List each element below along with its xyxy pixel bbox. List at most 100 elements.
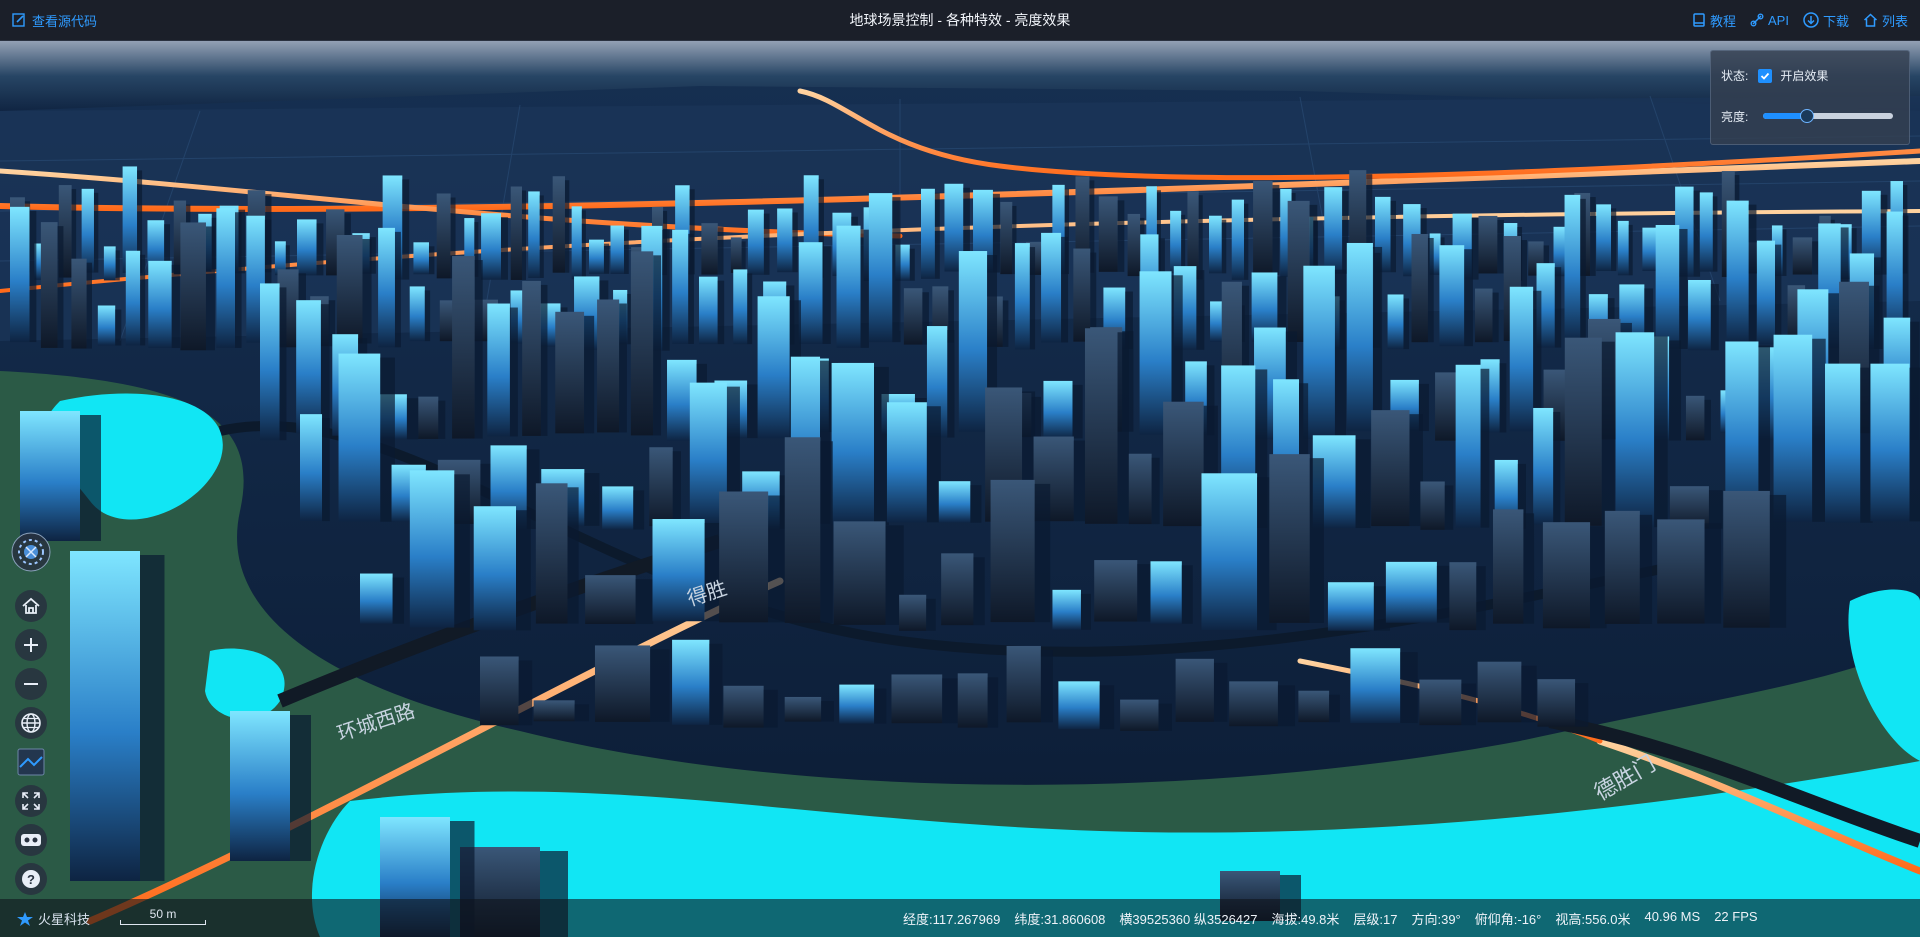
- nav-list[interactable]: 列表: [1863, 11, 1908, 30]
- zoom-in-button[interactable]: [11, 627, 51, 663]
- building-side: [57, 226, 64, 348]
- building-side: [1669, 340, 1682, 441]
- building-side: [474, 260, 483, 439]
- low-building: [1492, 509, 1524, 624]
- low-building: [594, 645, 651, 722]
- tower-building: [1617, 220, 1629, 276]
- building-side: [619, 303, 627, 433]
- brightness-slider-handle[interactable]: [1799, 109, 1814, 123]
- tower-building: [1346, 242, 1373, 432]
- zoom-out-button[interactable]: [11, 666, 51, 702]
- building-side: [1213, 662, 1228, 722]
- tower-building: [757, 296, 790, 439]
- building-side: [763, 213, 770, 275]
- tower-building: [1150, 561, 1182, 624]
- tower-building: [413, 242, 429, 275]
- building-side: [1390, 200, 1397, 273]
- building-side: [362, 238, 372, 344]
- building-side: [1117, 200, 1125, 272]
- vr-button[interactable]: [11, 822, 51, 858]
- low-building: [1449, 562, 1477, 631]
- tower-building: [296, 219, 317, 276]
- nav-tutorial-label: 教程: [1709, 13, 1736, 29]
- brand-logo-text: 火星科技: [38, 912, 91, 927]
- building-side: [747, 384, 759, 439]
- vr-icon: [21, 834, 41, 846]
- low-building: [957, 673, 988, 728]
- tower-building: [733, 269, 748, 345]
- building-side: [1400, 652, 1418, 724]
- building-side: [1708, 490, 1723, 529]
- tower-building: [378, 227, 395, 348]
- basemap-button[interactable]: [11, 744, 51, 780]
- fullscreen-button[interactable]: [11, 783, 51, 819]
- low-building: [418, 396, 439, 439]
- altitude-readout: 海拔:49.8米: [1271, 912, 1340, 927]
- latitude-readout: 纬度:31.860608: [1014, 912, 1106, 927]
- tower-building: [1655, 224, 1680, 349]
- tower-building: [1201, 473, 1258, 631]
- building-side: [140, 254, 146, 346]
- building-side: [821, 700, 834, 722]
- nav-list-label: 列表: [1881, 13, 1908, 29]
- map-viewport[interactable]: 环城西路 德胜门 得胜: [0, 41, 1920, 937]
- building-side: [1272, 184, 1280, 276]
- low-building: [535, 483, 568, 624]
- building-side: [1221, 219, 1227, 274]
- building-side: [820, 441, 833, 623]
- home-view-button[interactable]: [11, 588, 51, 624]
- building-side: [1480, 368, 1490, 528]
- building-side: [635, 579, 654, 625]
- nav-api[interactable]: API: [1750, 13, 1789, 28]
- tower-building: [1756, 240, 1776, 345]
- building-side: [874, 688, 887, 724]
- building-side: [1909, 367, 1920, 522]
- app-root: 查看源代码 地球场景控制 - 各种特效 - 亮度效果 教程 API 下载 列表: [0, 0, 1920, 937]
- enable-effect-label: 开启效果: [1780, 69, 1829, 83]
- building-side: [235, 212, 242, 348]
- tower-building: [602, 486, 634, 530]
- building-side: [1029, 247, 1036, 350]
- building-side: [509, 307, 518, 437]
- building-side: [1639, 514, 1653, 624]
- low-building: [1604, 510, 1640, 624]
- building-side: [717, 280, 725, 345]
- brightness-slider[interactable]: [1763, 109, 1893, 123]
- svg-text:?: ?: [27, 872, 35, 887]
- building-side: [1554, 267, 1562, 348]
- view-source-link[interactable]: 查看源代码: [12, 0, 97, 40]
- building-side: [521, 190, 526, 280]
- enable-effect-checkbox[interactable]: [1758, 68, 1773, 83]
- help-button[interactable]: ?: [11, 861, 51, 897]
- tower-building: [125, 250, 141, 346]
- tower-building: [921, 188, 935, 279]
- building-side: [1775, 244, 1782, 345]
- building-side: [1704, 523, 1722, 624]
- building-side: [1181, 214, 1186, 274]
- low-building: [1537, 679, 1576, 727]
- building-side: [672, 451, 681, 527]
- building-side: [926, 406, 941, 523]
- building-side: [603, 243, 610, 274]
- nav-download[interactable]: 下载: [1803, 11, 1849, 30]
- low-building: [1371, 410, 1410, 527]
- low-building: [1792, 237, 1813, 275]
- frame-time-readout: 40.96 MS: [1644, 909, 1701, 924]
- building-side: [29, 210, 37, 343]
- building-side: [1769, 494, 1787, 628]
- building-side: [934, 192, 940, 279]
- globe-button[interactable]: [11, 705, 51, 741]
- nav-tutorial[interactable]: 教程: [1692, 11, 1736, 30]
- tower-building: [777, 208, 793, 273]
- tower-building: [831, 362, 875, 526]
- tower-building: [886, 402, 927, 523]
- tower-building: [958, 251, 988, 432]
- building-side: [1464, 249, 1473, 347]
- building-side: [1158, 703, 1172, 731]
- tower-building: [528, 191, 540, 278]
- building-side: [454, 474, 470, 628]
- compass-button[interactable]: [11, 532, 51, 572]
- building-side: [768, 495, 786, 623]
- brand-logo[interactable]: 火星科技: [16, 909, 90, 928]
- top-nav: 教程 API 下载 列表: [1692, 0, 1908, 40]
